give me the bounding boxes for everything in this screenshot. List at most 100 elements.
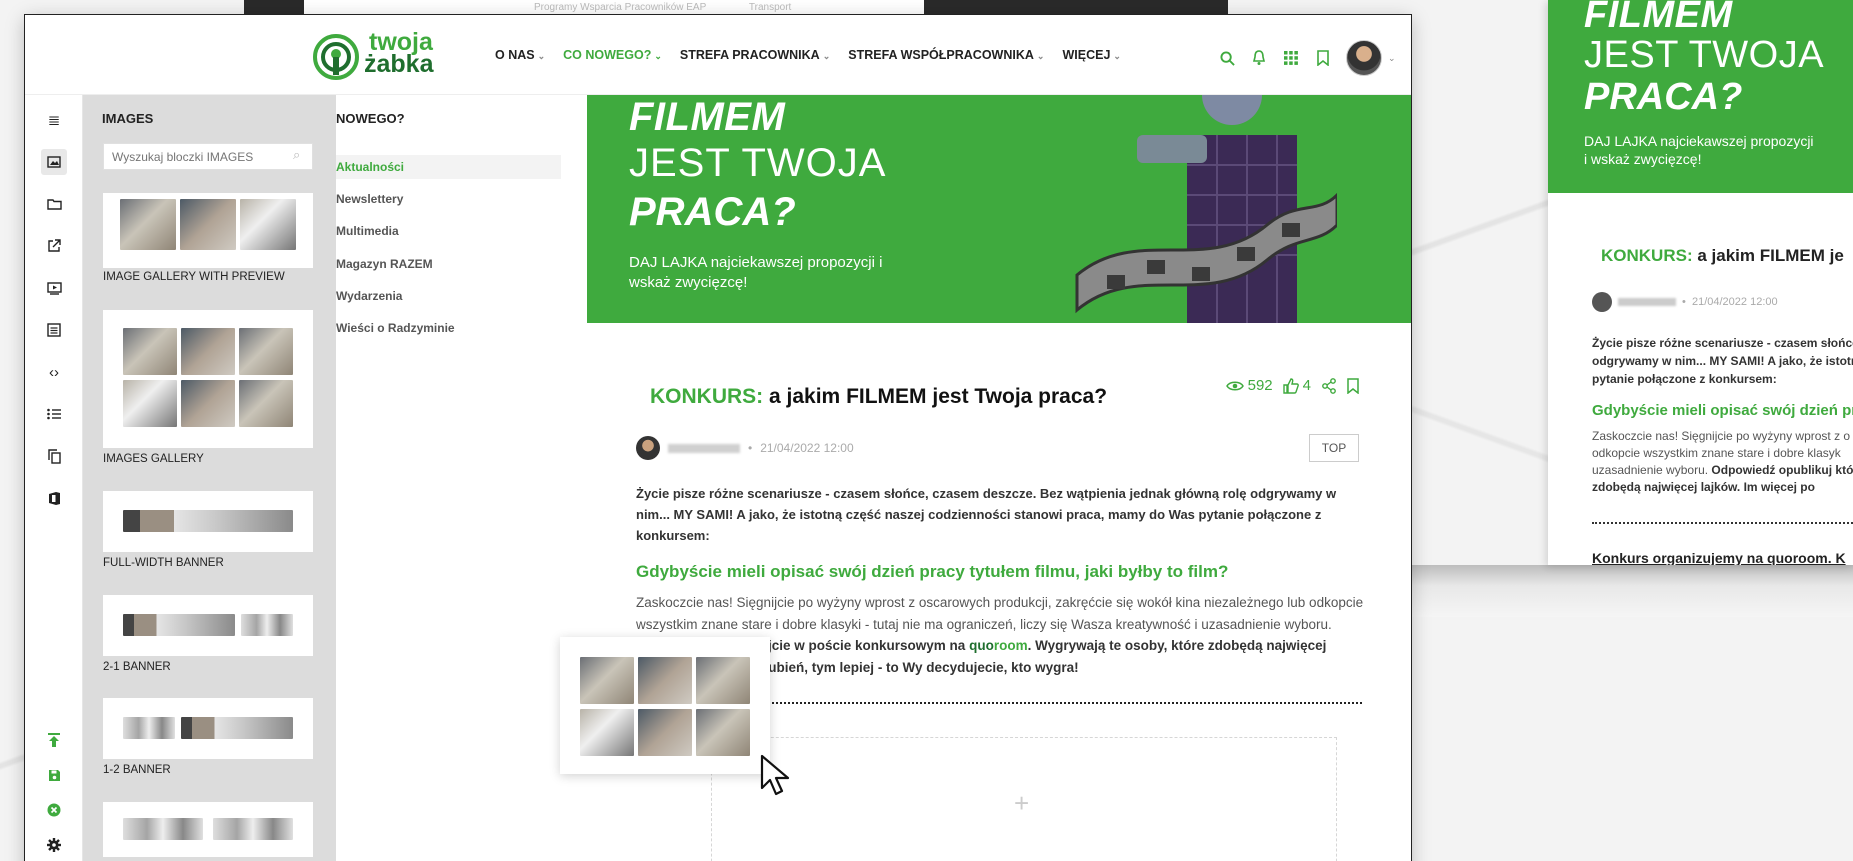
preview-title-prefix: KONKURS: [1601, 246, 1693, 265]
preview-title: KONKURS: a jakim FILMEM je [1601, 246, 1844, 266]
article-date: 21/04/2022 12:00 [760, 441, 854, 455]
chevron-down-icon[interactable]: ⌄ [1388, 53, 1396, 64]
nav-item-co-nowego[interactable]: CO NOWEGO? ⌄ [563, 48, 662, 62]
video-block-icon[interactable] [41, 275, 67, 301]
header-tools: ⌄ [1218, 40, 1396, 76]
bell-icon[interactable] [1250, 49, 1268, 67]
block-thumbnail [123, 380, 177, 427]
share-icon[interactable] [1321, 377, 1337, 394]
chevron-down-icon: ⌄ [822, 51, 831, 61]
block-2-1-banner[interactable] [103, 595, 313, 656]
block-image-gallery-with-preview[interactable] [103, 193, 313, 268]
add-block-icon[interactable]: + [1014, 788, 1029, 819]
block-thumbnail [241, 614, 293, 636]
article-title: KONKURS: a jakim FILMEM jest Twoja praca… [650, 385, 1107, 409]
block-thumbnail [181, 717, 293, 739]
top-badge[interactable]: TOP [1309, 434, 1359, 462]
block-thumbnail [123, 614, 235, 636]
search-icon[interactable]: ⌕ [293, 147, 300, 163]
search-icon[interactable] [1218, 49, 1236, 67]
top-navigation-bar: twoja żabka O NAS ⌄ CO NOWEGO? ⌄ STREFA PR… [25, 15, 1411, 95]
tool-rail: ≣ ‹› [25, 95, 83, 861]
preview-window: FILMEM JEST TWOJA PRACA? DAJ LAJKA najci… [1548, 0, 1853, 565]
code-block-icon[interactable]: ‹› [41, 359, 67, 385]
copy-icon[interactable] [41, 443, 67, 469]
block-thumbnail [240, 199, 296, 250]
block-thumbnail [180, 199, 236, 250]
sidebar-item-aktualnosci[interactable]: Aktualności [336, 155, 561, 179]
block-dropzone[interactable]: + [711, 737, 1337, 861]
block-thumbnail [181, 328, 235, 375]
preview-meta: • 21/04/2022 12:00 [1592, 292, 1778, 312]
block-images-gallery[interactable] [103, 310, 313, 448]
quoroom-link-quo[interactable]: quo [969, 638, 994, 653]
preview-banner-line3: PRACA? [1584, 76, 1743, 118]
article-meta: • 21/04/2022 12:00 [636, 436, 854, 460]
block-thumbnail [239, 380, 293, 427]
bookmark-icon[interactable] [1314, 49, 1332, 67]
hero-banner: FILMEM JEST TWOJA PRACA? DAJ LAJKA najci… [587, 95, 1411, 323]
apps-grid-icon[interactable] [1282, 49, 1300, 67]
hero-illustration [1075, 95, 1337, 323]
block-banner[interactable] [103, 802, 313, 857]
preview-lead: Życie pisze różne scenariusze - czasem s… [1592, 336, 1853, 386]
folder-icon[interactable] [41, 191, 67, 217]
quoroom-link-room[interactable]: room [994, 638, 1028, 653]
block-1-2-banner[interactable] [103, 698, 313, 759]
nav-item-o-nas[interactable]: O NAS ⌄ [495, 48, 545, 62]
section-title: NOWEGO? [336, 111, 405, 126]
hero-line3: PRACA? [629, 190, 796, 234]
nav-item-strefa-wspolpracownika[interactable]: STREFA WSPÓŁPRACOWNIKA ⌄ [848, 48, 1044, 62]
preview-date: 21/04/2022 12:00 [1691, 295, 1778, 308]
like-button[interactable]: 4 [1282, 377, 1311, 394]
upload-icon[interactable] [41, 727, 67, 753]
logo[interactable]: twoja żabka [312, 29, 452, 85]
preview-title-rest: a jakim FILMEM je [1697, 246, 1844, 265]
sidebar-item-wiesci-o-radzyminie[interactable]: Wieści o Radzyminie [336, 321, 455, 335]
sidebar-item-magazyn-razem[interactable]: Magazyn RAZEM [336, 257, 433, 271]
logo-icon [313, 34, 359, 80]
sidebar-item-wydarzenia[interactable]: Wydarzenia [336, 289, 402, 303]
save-icon[interactable] [41, 762, 67, 788]
hero-line1: FILMEM [629, 95, 786, 139]
close-icon[interactable] [41, 797, 67, 823]
section-sidebar: NOWEGO? Aktualności Newslettery Multimed… [336, 95, 586, 861]
bookmark-icon[interactable] [1347, 377, 1359, 394]
ghost-link: Transport [748, 2, 792, 13]
author-name-blurred [668, 443, 740, 453]
gear-icon[interactable] [41, 832, 67, 858]
block-full-width-banner[interactable] [103, 491, 313, 552]
bullet-list-icon[interactable] [41, 401, 67, 427]
ghost-link: Programy Wsparcia Pracowników EAP [534, 2, 707, 13]
block-thumbnail [638, 709, 692, 756]
block-thumbnail [123, 328, 177, 375]
user-avatar[interactable] [1346, 40, 1382, 76]
search-input[interactable] [103, 143, 313, 170]
chevron-down-icon: ⌄ [654, 51, 662, 61]
views-counter: 592 [1225, 377, 1273, 394]
preview-subheading: Gdybyście mieli opisać swój dzień pra [1592, 402, 1853, 419]
nav-label: CO NOWEGO? [563, 48, 652, 62]
image-block-icon[interactable] [41, 149, 67, 175]
text-block-icon[interactable]: ≣ [41, 107, 67, 133]
block-label: IMAGE GALLERY WITH PREVIEW [103, 271, 285, 283]
nav-item-wiecej[interactable]: WIĘCEJ ⌄ [1062, 48, 1120, 62]
sidebar-item-multimedia[interactable]: Multimedia [336, 224, 399, 238]
background-band [1410, 565, 1853, 617]
avatar [1592, 292, 1612, 312]
eye-icon [1225, 381, 1244, 390]
external-link-icon[interactable] [41, 233, 67, 259]
preview-body: Zaskoczcie nas! Sięgnijcie po wyżyny wpr… [1592, 428, 1853, 496]
list-block-icon[interactable] [41, 317, 67, 343]
chevron-down-icon: ⌄ [537, 51, 546, 61]
nav-item-strefa-pracownika[interactable]: STREFA PRACOWNIKA ⌄ [680, 48, 830, 62]
article-title-rest: a jakim FILMEM jest Twoja praca? [769, 385, 1108, 408]
preview-banner-line2: JEST TWOJA [1584, 34, 1825, 76]
sidebar-item-newslettery[interactable]: Newslettery [336, 192, 403, 206]
nav-label: STREFA PRACOWNIKA [679, 48, 820, 62]
preview-banner: FILMEM JEST TWOJA PRACA? DAJ LAJKA najci… [1548, 0, 1853, 193]
nav-label: O NAS [495, 48, 535, 62]
dragged-block-preview[interactable] [560, 637, 770, 774]
nav-label: WIĘCEJ [1062, 48, 1111, 62]
office-icon[interactable] [41, 485, 67, 511]
